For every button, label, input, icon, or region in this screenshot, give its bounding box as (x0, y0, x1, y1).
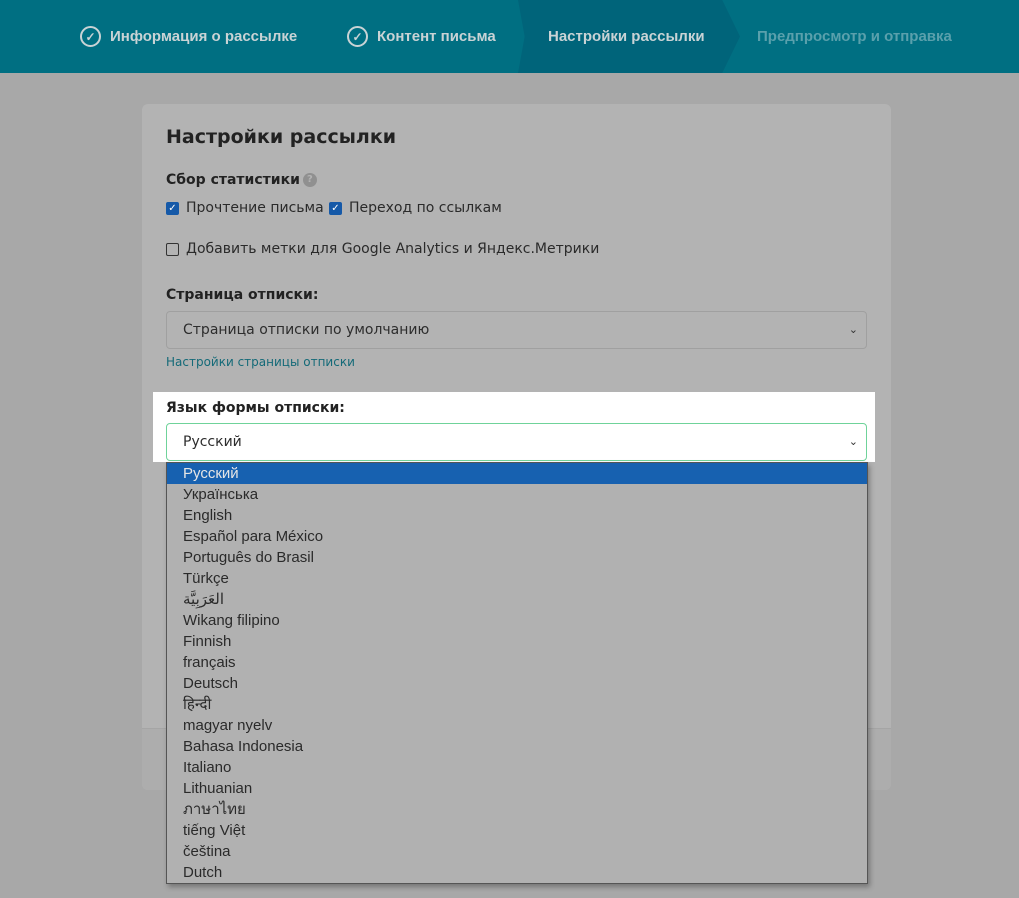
wizard-header: ✓ Информация о рассылке ✓ Контент письма Н… (0, 0, 1019, 73)
stats-label-text: Сбор статистики (166, 172, 300, 188)
lang-option[interactable]: Русский (167, 463, 867, 484)
select-value: Русский (183, 434, 242, 450)
checkbox-checked-icon: ✓ (329, 201, 342, 215)
chevron-down-icon: ⌄ (848, 435, 858, 448)
checkbox-checked-icon: ✓ (166, 201, 179, 215)
lang-option[interactable]: العَرَبِيَّة (167, 589, 867, 610)
step-info[interactable]: ✓ Информация о рассылке (80, 0, 297, 73)
lang-option[interactable]: Lithuanian (167, 778, 867, 799)
lang-option[interactable]: Українська (167, 484, 867, 505)
stats-label: Сбор статистики? (166, 172, 317, 188)
page-title: Настройки рассылки (166, 126, 397, 148)
lang-option[interactable]: Dutch (167, 862, 867, 883)
lang-option[interactable]: Português do Brasil (167, 547, 867, 568)
step-label: Контент письма (377, 28, 496, 45)
lang-option[interactable]: Wikang filipino (167, 610, 867, 631)
step-content[interactable]: ✓ Контент письма (347, 0, 496, 73)
lang-option[interactable]: Español para México (167, 526, 867, 547)
checkbox-empty-icon (166, 242, 179, 256)
clicks-checkbox[interactable]: ✓ Переход по ссылкам (329, 200, 502, 216)
read-checkbox[interactable]: ✓ Прочтение письма (166, 200, 324, 216)
lang-option[interactable]: français (167, 652, 867, 673)
lang-label: Язык формы отписки: (166, 400, 345, 416)
lang-option[interactable]: magyar nyelv (167, 715, 867, 736)
step-settings[interactable]: Настройки рассылки (518, 0, 740, 73)
checkbox-label: Прочтение письма (186, 200, 324, 216)
lang-option[interactable]: Türkçe (167, 568, 867, 589)
lang-option[interactable]: Deutsch (167, 673, 867, 694)
unsub-page-select[interactable]: Страница отписки по умолчанию ⌄ (166, 311, 867, 349)
lang-option[interactable]: हिन्दी (167, 694, 867, 715)
step-preview[interactable]: Предпросмотр и отправка (757, 0, 952, 73)
select-value: Страница отписки по умолчанию (183, 322, 430, 338)
lang-dropdown-list[interactable]: Русский Українська English Español para Méx… (166, 462, 868, 884)
lang-option[interactable]: ภาษาไทย (167, 799, 867, 820)
step-label: Настройки рассылки (548, 28, 705, 45)
checkbox-label: Добавить метки для Google Analytics и Ян… (186, 241, 600, 257)
lang-option[interactable]: tiếng Việt (167, 820, 867, 841)
lang-field-highlight: Язык формы отписки: Русский ⌄ (153, 392, 875, 462)
lang-option[interactable]: Bahasa Indonesia (167, 736, 867, 757)
lang-option[interactable]: Italiano (167, 757, 867, 778)
utm-checkbox[interactable]: Добавить метки для Google Analytics и Ян… (166, 241, 599, 257)
lang-select[interactable]: Русский ⌄ (166, 423, 867, 461)
check-circle-icon: ✓ (347, 26, 368, 47)
help-icon[interactable]: ? (302, 173, 317, 187)
lang-option[interactable]: čeština (167, 841, 867, 862)
lang-option[interactable]: Finnish (167, 631, 867, 652)
unsub-label: Страница отписки: (166, 287, 319, 303)
chevron-down-icon: ⌄ (848, 323, 858, 336)
lang-option[interactable]: English (167, 505, 867, 526)
unsub-settings-link[interactable]: Настройки страницы отписки (166, 355, 355, 369)
step-label: Предпросмотр и отправка (757, 28, 952, 45)
step-label: Информация о рассылке (110, 28, 298, 45)
checkbox-label: Переход по ссылкам (349, 200, 502, 216)
check-circle-icon: ✓ (80, 26, 101, 47)
